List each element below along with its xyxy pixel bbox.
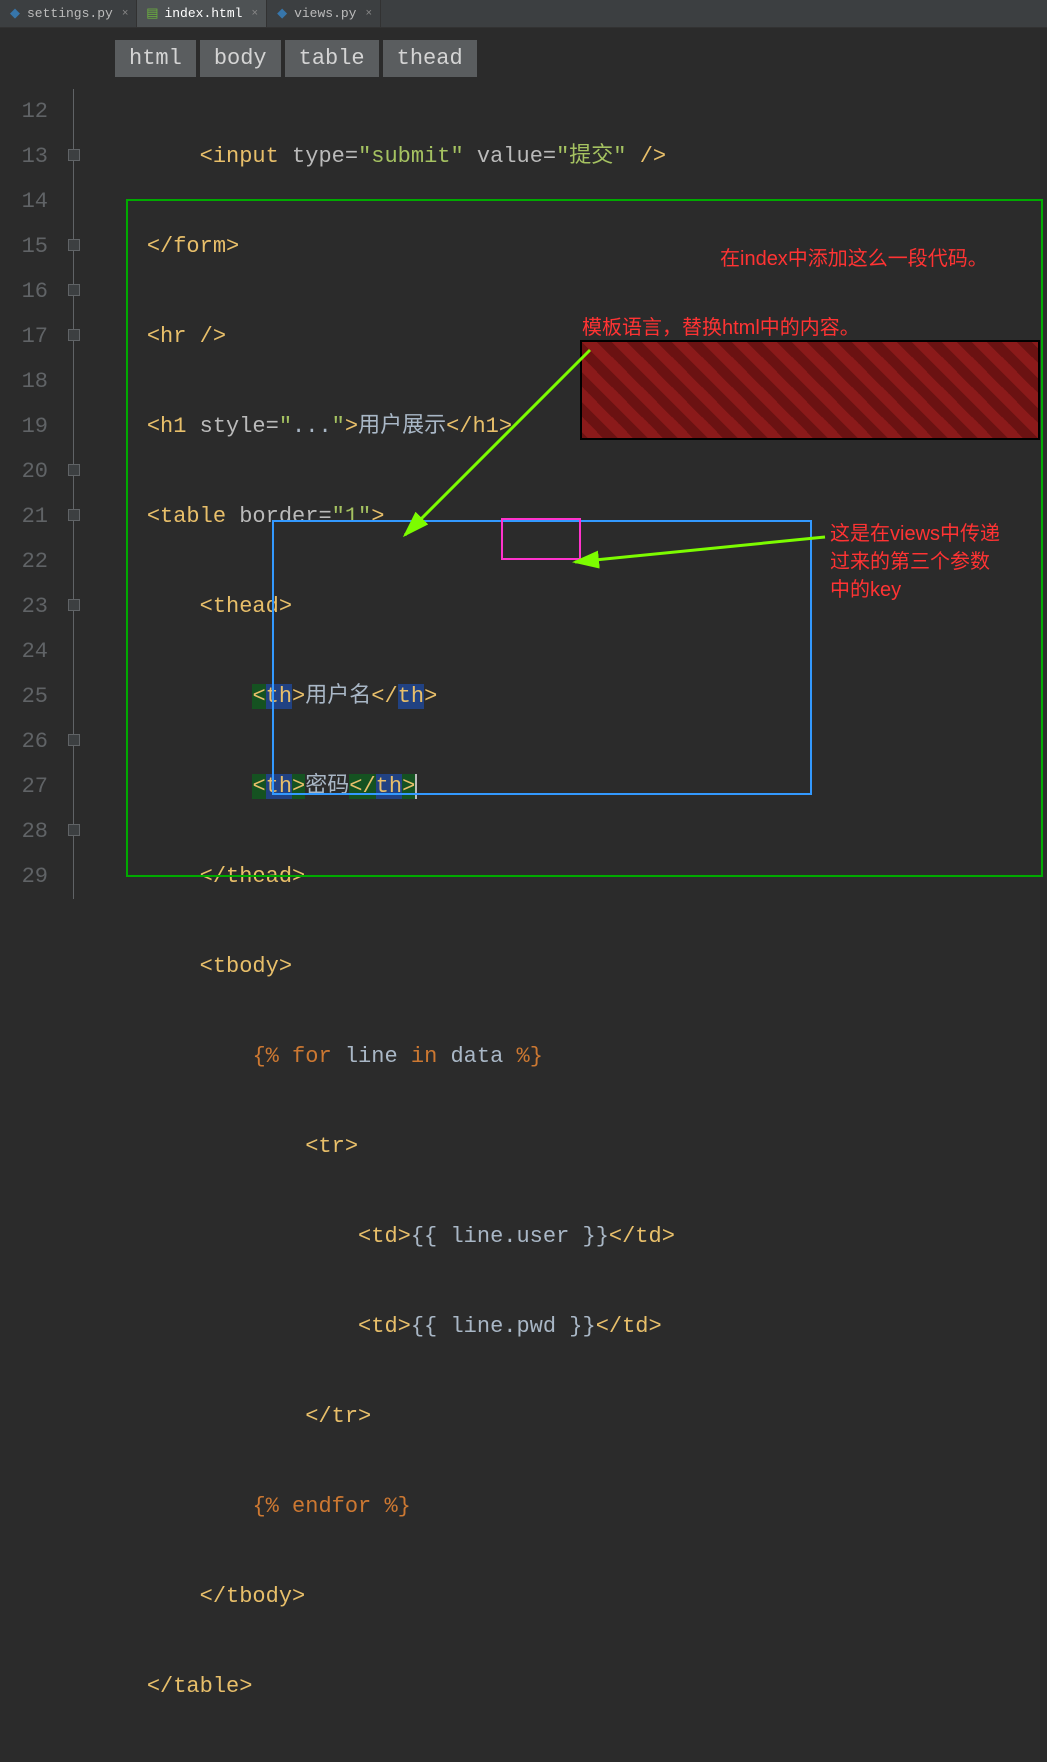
tab-label: settings.py [27,6,113,21]
code-line: <th>用户名</th> [94,674,1047,719]
code-line: <tbody> [94,944,1047,989]
code-line: <td>{{ line.pwd }}</td> [94,1304,1047,1349]
code-line: </tr> [94,1394,1047,1439]
cursor [415,774,417,799]
breadcrumb-item[interactable]: table [285,40,379,77]
line-number: 19 [0,404,48,449]
breadcrumb-item[interactable]: body [200,40,281,77]
line-number: 21 [0,494,48,539]
tab-label: index.html [164,6,242,21]
fold-marker-icon[interactable] [68,824,80,836]
annotation-text: 这是在views中传递 过来的第三个参数 中的key [830,520,1000,604]
fold-marker-icon[interactable] [68,329,80,341]
breadcrumb-item[interactable]: thead [383,40,477,77]
tab-label: views.py [294,6,356,21]
python-file-icon: ◆ [8,7,22,21]
fold-marker-icon[interactable] [68,284,80,296]
line-number: 22 [0,539,48,584]
editor-tabs: ◆ settings.py × ▤ index.html × ◆ views.p… [0,0,1047,28]
line-number: 23 [0,584,48,629]
code-line: {% for line in data %} [94,1034,1047,1079]
code-line: </table> [94,1664,1047,1709]
code-line: <th>密码</th> [94,764,1047,809]
line-number: 26 [0,719,48,764]
line-number: 24 [0,629,48,674]
line-number: 17 [0,314,48,359]
line-number: 28 [0,809,48,854]
breadcrumb: html body table thead [0,28,1047,89]
code-line: </tbody> [94,1574,1047,1619]
fold-marker-icon[interactable] [68,734,80,746]
code-line: </thead> [94,854,1047,899]
html-file-icon: ▤ [145,7,159,21]
line-number: 15 [0,224,48,269]
python-file-icon: ◆ [275,7,289,21]
annotation-text: 模板语言，替换html中的内容。 [582,314,860,342]
line-number: 13 [0,134,48,179]
fold-marker-icon[interactable] [68,239,80,251]
fold-gutter [62,89,94,880]
close-icon[interactable]: × [122,8,129,20]
breadcrumb-item[interactable]: html [115,40,196,77]
tab-settings-py[interactable]: ◆ settings.py × [0,0,137,27]
fold-marker-icon[interactable] [68,599,80,611]
code-line: <td>{{ line.user }}</td> [94,1214,1047,1259]
code-content[interactable]: <input type="submit" value="提交" /> </for… [94,89,1047,880]
code-line: <input type="submit" value="提交" /> [94,134,1047,179]
line-number: 18 [0,359,48,404]
fold-marker-icon[interactable] [68,149,80,161]
line-number-gutter: 12 13 14 15 16 17 18 19 20 21 22 23 24 2… [0,89,62,880]
fold-marker-icon[interactable] [68,464,80,476]
close-icon[interactable]: × [251,8,258,20]
line-number: 14 [0,179,48,224]
censored-area [580,340,1040,440]
close-icon[interactable]: × [365,8,372,20]
code-editor[interactable]: 12 13 14 15 16 17 18 19 20 21 22 23 24 2… [0,89,1047,880]
tab-views-py[interactable]: ◆ views.py × [267,0,381,27]
line-number: 29 [0,854,48,899]
fold-marker-icon[interactable] [68,509,80,521]
annotation-text: 在index中添加这么一段代码。 [720,245,988,273]
tab-index-html[interactable]: ▤ index.html × [137,0,267,27]
code-line: {% endfor %} [94,1484,1047,1529]
line-number: 20 [0,449,48,494]
code-line: <tr> [94,1124,1047,1169]
line-number: 27 [0,764,48,809]
line-number: 12 [0,89,48,134]
fold-line [73,89,74,899]
line-number: 25 [0,674,48,719]
line-number: 16 [0,269,48,314]
